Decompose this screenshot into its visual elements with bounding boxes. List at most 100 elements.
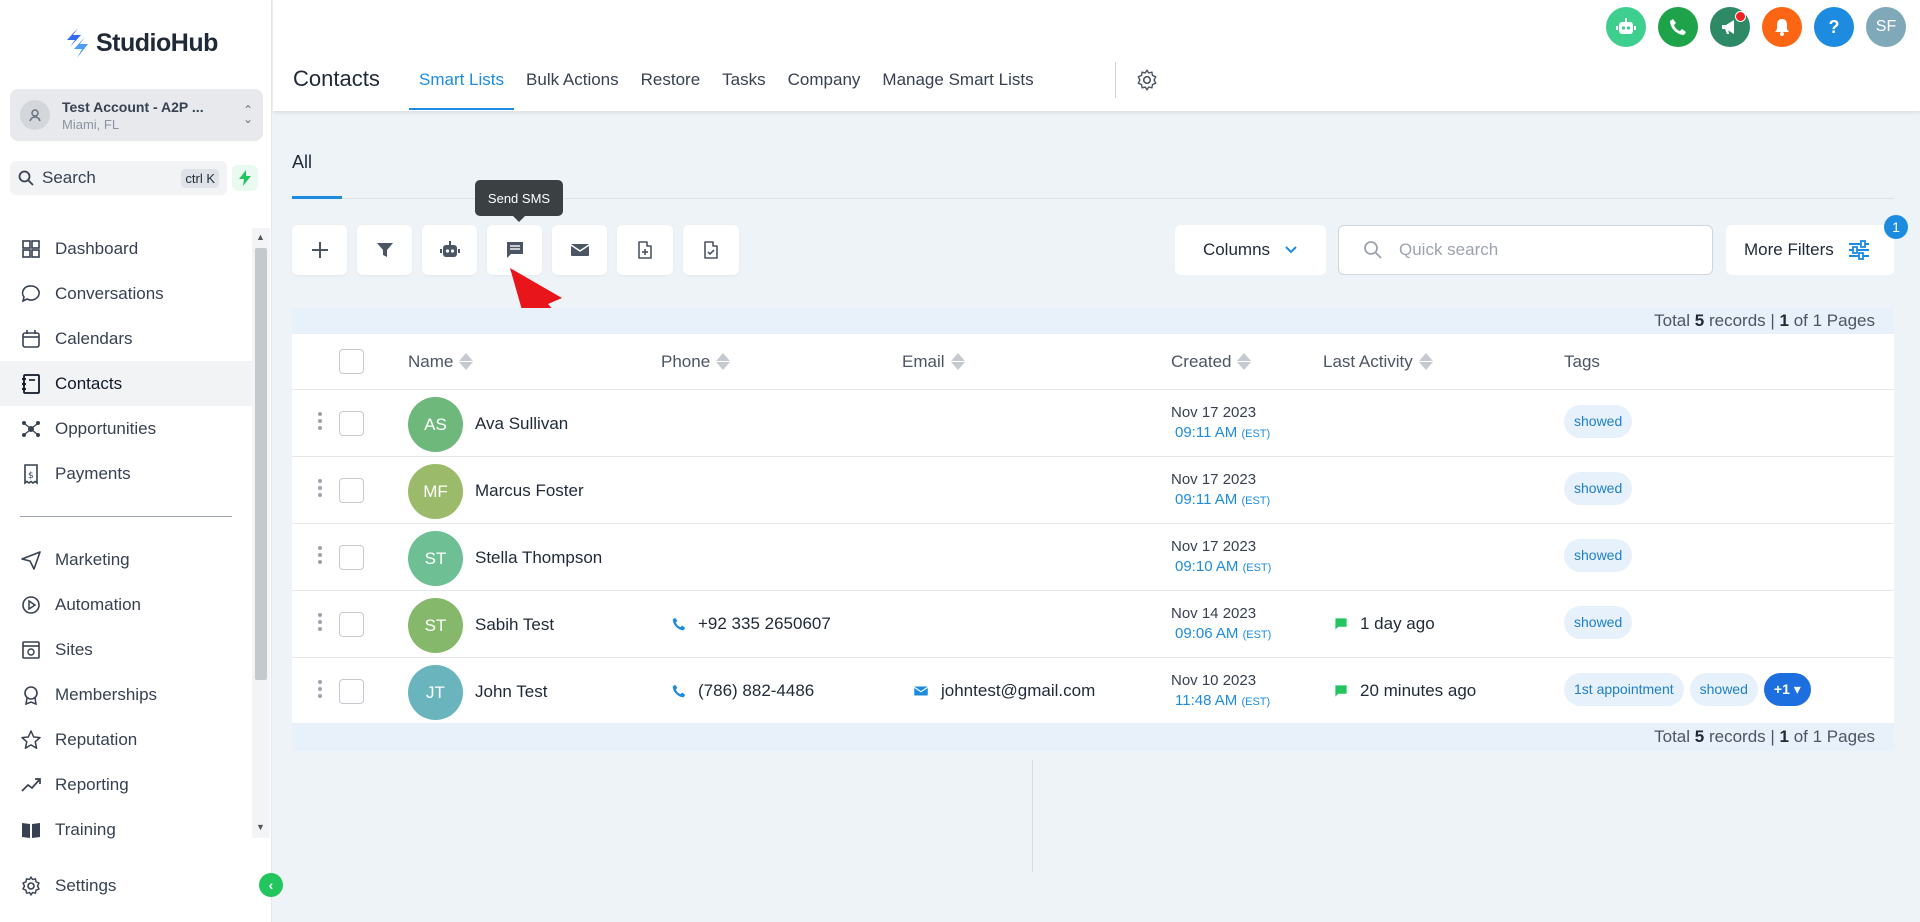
row-checkbox[interactable] — [339, 679, 364, 704]
contact-name[interactable]: John Test — [475, 682, 547, 702]
table-row[interactable]: MF Marcus Foster Nov 17 2023 09:11 AM (EST)… — [292, 457, 1894, 524]
logo-icon — [67, 28, 88, 58]
add-tag-button[interactable] — [617, 225, 673, 275]
remove-tag-button[interactable] — [683, 225, 739, 275]
collapse-sidebar-button[interactable]: ‹ — [259, 873, 283, 897]
column-header-name[interactable]: Name — [408, 352, 474, 372]
tag-badge[interactable]: showed — [1564, 472, 1633, 505]
notifications-button[interactable] — [1762, 7, 1802, 47]
sidebar-item-training[interactable]: Training — [0, 807, 252, 852]
row-checkbox[interactable] — [339, 545, 364, 570]
table-row[interactable]: JT John Test (786) 882-4486 johntest@gmail.… — [292, 658, 1894, 725]
logo[interactable]: StudioHub — [64, 26, 218, 60]
columns-button[interactable]: Columns — [1175, 225, 1326, 275]
sidebar-item-opportunities[interactable]: Opportunities — [0, 406, 252, 451]
contact-name[interactable]: Sabih Test — [475, 615, 554, 635]
contact-name[interactable]: Stella Thompson — [475, 548, 602, 568]
select-all-checkbox[interactable] — [339, 349, 364, 374]
column-header-phone[interactable]: Phone — [661, 352, 731, 372]
contact-avatar[interactable]: JT — [408, 665, 463, 720]
contacts-book-icon — [22, 373, 40, 394]
sidebar-item-label: Marketing — [55, 549, 130, 569]
summary-text: Total — [1654, 311, 1695, 330]
summary-page: 1 — [1779, 311, 1789, 330]
contact-phone[interactable]: (786) 882-4486 — [672, 681, 814, 701]
sidebar-item-memberships[interactable]: Memberships — [0, 672, 252, 717]
row-checkbox[interactable] — [339, 478, 364, 503]
sidebar-item-dashboard[interactable]: Dashboard — [0, 226, 252, 271]
scrollbar-thumb[interactable] — [255, 248, 267, 680]
account-switcher[interactable]: Test Account - A2P ... Miami, FL ⌃ ⌄ — [10, 89, 263, 141]
quick-action-bolt[interactable] — [232, 165, 258, 191]
column-header-email[interactable]: Email — [902, 352, 965, 372]
sidebar-item-reporting[interactable]: Reporting — [0, 762, 252, 807]
tag-badge[interactable]: showed — [1564, 539, 1633, 572]
sidebar-item-automation[interactable]: Automation — [0, 582, 252, 627]
quick-search[interactable] — [1338, 225, 1713, 275]
row-checkbox[interactable] — [339, 612, 364, 637]
ai-bot-button[interactable] — [1606, 7, 1646, 47]
sort-icon — [1237, 353, 1252, 370]
quick-search-input[interactable] — [1399, 240, 1699, 260]
table-row[interactable]: ST Stella Thompson Nov 17 2023 09:10 AM (ES… — [292, 524, 1894, 591]
sidebar-item-sites[interactable]: Sites — [0, 627, 252, 672]
contact-avatar[interactable]: ST — [408, 598, 463, 653]
tag-badge[interactable]: 1st appointment — [1564, 673, 1684, 706]
svg-text:$: $ — [28, 471, 34, 481]
automation-icon — [22, 595, 40, 614]
column-header-created[interactable]: Created — [1171, 352, 1252, 372]
sidebar-item-conversations[interactable]: Conversations — [0, 271, 252, 316]
contact-avatar[interactable]: MF — [408, 464, 463, 519]
table-row[interactable]: ST Sabih Test +92 335 2650607 Nov 14 2023 09… — [292, 591, 1894, 658]
contact-name[interactable]: Marcus Foster — [475, 481, 584, 501]
row-checkbox[interactable] — [339, 411, 364, 436]
sidebar-item-settings[interactable]: Settings — [0, 863, 252, 908]
row-actions-icon[interactable] — [318, 479, 324, 497]
list-tab-all[interactable]: All — [292, 152, 312, 173]
tag-badge[interactable]: showed — [1689, 673, 1758, 706]
sidebar-scrollbar[interactable]: ▲ ▼ — [252, 228, 270, 838]
contact-avatar[interactable]: AS — [408, 397, 463, 452]
phone-button[interactable] — [1658, 7, 1698, 47]
location-icon — [20, 100, 50, 130]
sidebar-item-marketing[interactable]: Marketing — [0, 537, 252, 582]
sidebar-item-reputation[interactable]: Reputation — [0, 717, 252, 762]
contacts-settings-button[interactable] — [1135, 68, 1159, 97]
tab-manage-smart-lists[interactable]: Manage Smart Lists — [872, 66, 1043, 110]
row-actions-icon[interactable] — [318, 412, 324, 430]
contact-avatar[interactable]: ST — [408, 531, 463, 586]
sidebar-item-calendars[interactable]: Calendars — [0, 316, 252, 361]
tab-company[interactable]: Company — [778, 66, 871, 110]
add-to-workflow-button[interactable] — [422, 225, 477, 275]
row-actions-icon[interactable] — [318, 680, 324, 698]
row-actions-icon[interactable] — [318, 613, 324, 631]
created-day: Nov 17 2023 — [1171, 404, 1257, 421]
row-actions-icon[interactable] — [318, 546, 324, 564]
tab-restore[interactable]: Restore — [631, 66, 711, 110]
tag-badge[interactable]: showed — [1564, 405, 1633, 438]
contact-phone[interactable]: +92 335 2650607 — [672, 614, 831, 634]
sidebar-search[interactable]: Search ctrl K — [10, 161, 227, 195]
announcements-button[interactable] — [1710, 7, 1750, 47]
sidebar-item-payments[interactable]: $ Payments — [0, 451, 252, 496]
chevron-left-icon: ‹ — [268, 877, 274, 893]
scroll-up-icon[interactable]: ▲ — [256, 232, 265, 242]
sidebar-item-contacts[interactable]: Contacts — [0, 361, 252, 406]
more-tags-button[interactable]: +1 ▾ — [1763, 673, 1811, 706]
more-filters-button[interactable]: More Filters — [1726, 225, 1894, 275]
tag-badge[interactable]: showed — [1564, 606, 1633, 639]
sort-icon — [459, 353, 474, 370]
scroll-down-icon[interactable]: ▼ — [256, 822, 265, 832]
add-contact-button[interactable] — [292, 225, 347, 275]
help-button[interactable]: ? — [1814, 7, 1854, 47]
table-row[interactable]: AS Ava Sullivan Nov 17 2023 09:11 AM (EST) s… — [292, 390, 1894, 457]
tab-bulk-actions[interactable]: Bulk Actions — [516, 66, 629, 110]
filter-button[interactable] — [357, 225, 412, 275]
dashboard-icon — [22, 239, 40, 258]
contact-email[interactable]: johntest@gmail.com — [913, 681, 1095, 701]
tab-smart-lists[interactable]: Smart Lists — [409, 66, 515, 110]
user-avatar[interactable]: SF — [1866, 7, 1906, 47]
contact-name[interactable]: Ava Sullivan — [475, 414, 568, 434]
tab-tasks[interactable]: Tasks — [712, 66, 775, 110]
column-header-last-activity[interactable]: Last Activity — [1323, 352, 1433, 372]
